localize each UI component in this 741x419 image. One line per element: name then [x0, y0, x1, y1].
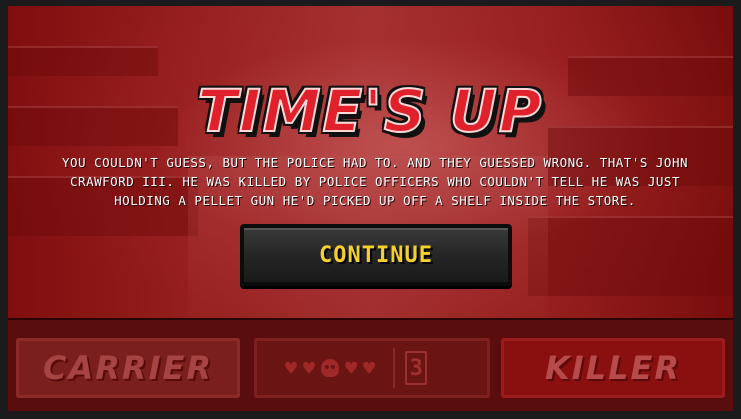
heart-icon: ♥	[303, 356, 316, 380]
heart-icon: ♥	[285, 356, 298, 380]
killer-button-label: KILLER	[545, 349, 681, 387]
carrier-button-label: CARRIER	[43, 349, 213, 387]
killer-button[interactable]: KILLER	[501, 338, 725, 398]
result-message: YOU COULDN'T GUESS, BUT THE POLICE HAD T…	[62, 155, 688, 208]
round-counter: 3	[405, 351, 428, 385]
times-up-title: TIME'S UP	[197, 76, 544, 146]
heart-icon: ♥	[363, 356, 376, 380]
lives-status-panel: ♥ ♥ ♥ ♥ 3	[254, 338, 490, 398]
carrier-button[interactable]: CARRIER	[16, 338, 240, 398]
heart-icon: ♥	[345, 356, 358, 380]
continue-button[interactable]: CONTINUE	[240, 224, 512, 286]
status-divider	[393, 348, 396, 388]
lives-row: ♥ ♥ ♥ ♥	[285, 358, 375, 378]
continue-button-label: CONTINUE	[319, 242, 433, 268]
choice-bar: CARRIER ♥ ♥ ♥ ♥ 3 KILLER	[8, 318, 733, 411]
skull-icon	[321, 359, 340, 377]
